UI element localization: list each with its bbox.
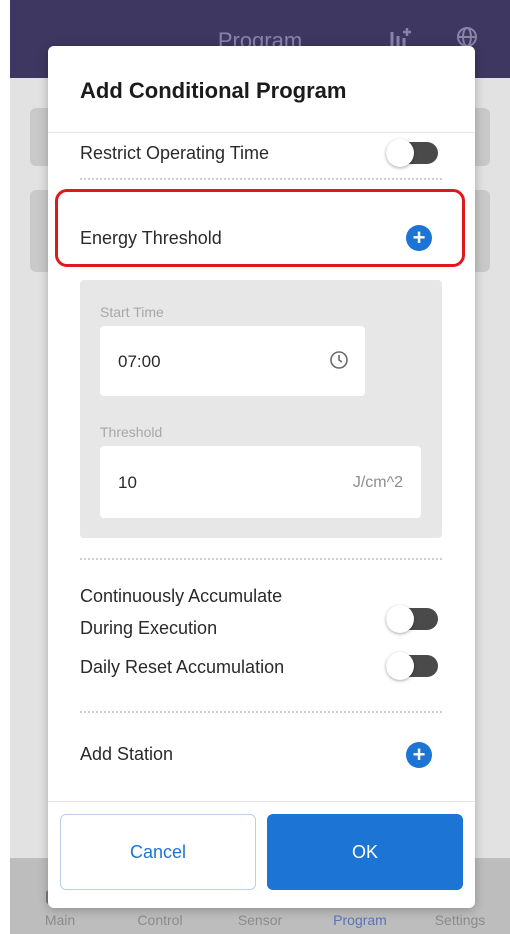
toggle-knob: [386, 139, 414, 167]
restrict-operating-time-toggle[interactable]: [386, 139, 438, 167]
energy-threshold-panel: Start Time 07:00 Threshold 10 J/cm^2: [80, 280, 442, 538]
add-station-label: Add Station: [80, 744, 174, 764]
plus-circle-icon[interactable]: +: [406, 225, 432, 251]
start-time-input[interactable]: 07:00: [100, 326, 365, 396]
toggle-knob: [386, 652, 414, 680]
energy-threshold-label: Energy Threshold: [80, 228, 222, 248]
daily-reset-toggle[interactable]: [386, 652, 438, 680]
start-time-value: 07:00: [118, 352, 161, 371]
tab-control[interactable]: Control: [110, 912, 210, 928]
divider: [80, 178, 442, 180]
divider: [48, 132, 475, 133]
start-time-label: Start Time: [100, 304, 164, 320]
continuous-accumulate-label-line2: During Execution: [80, 618, 218, 638]
tab-program[interactable]: Program: [310, 912, 410, 928]
divider: [48, 801, 475, 802]
threshold-unit: J/cm^2: [352, 474, 403, 491]
tab-settings[interactable]: Settings: [410, 912, 510, 928]
divider: [80, 711, 442, 713]
cancel-button[interactable]: Cancel: [60, 814, 256, 890]
divider: [80, 558, 442, 560]
tab-main[interactable]: Main: [10, 912, 110, 928]
continuous-accumulate-label: Continuously Accumulate: [80, 586, 283, 606]
threshold-value: 10: [118, 473, 137, 492]
threshold-input[interactable]: 10 J/cm^2: [100, 446, 421, 518]
ok-button[interactable]: OK: [267, 814, 463, 890]
clock-icon[interactable]: [329, 350, 349, 370]
toggle-knob: [386, 605, 414, 633]
dialog-title: Add Conditional Program: [80, 78, 347, 103]
add-conditional-program-dialog: Add Conditional Program Restrict Operati…: [48, 46, 475, 908]
daily-reset-label: Daily Reset Accumulation: [80, 657, 285, 677]
continuous-accumulate-toggle[interactable]: [386, 605, 438, 633]
restrict-operating-time-label: Restrict Operating Time: [80, 143, 270, 163]
tab-sensor[interactable]: Sensor: [210, 912, 310, 928]
threshold-label: Threshold: [100, 424, 163, 440]
plus-circle-icon[interactable]: +: [406, 742, 432, 768]
